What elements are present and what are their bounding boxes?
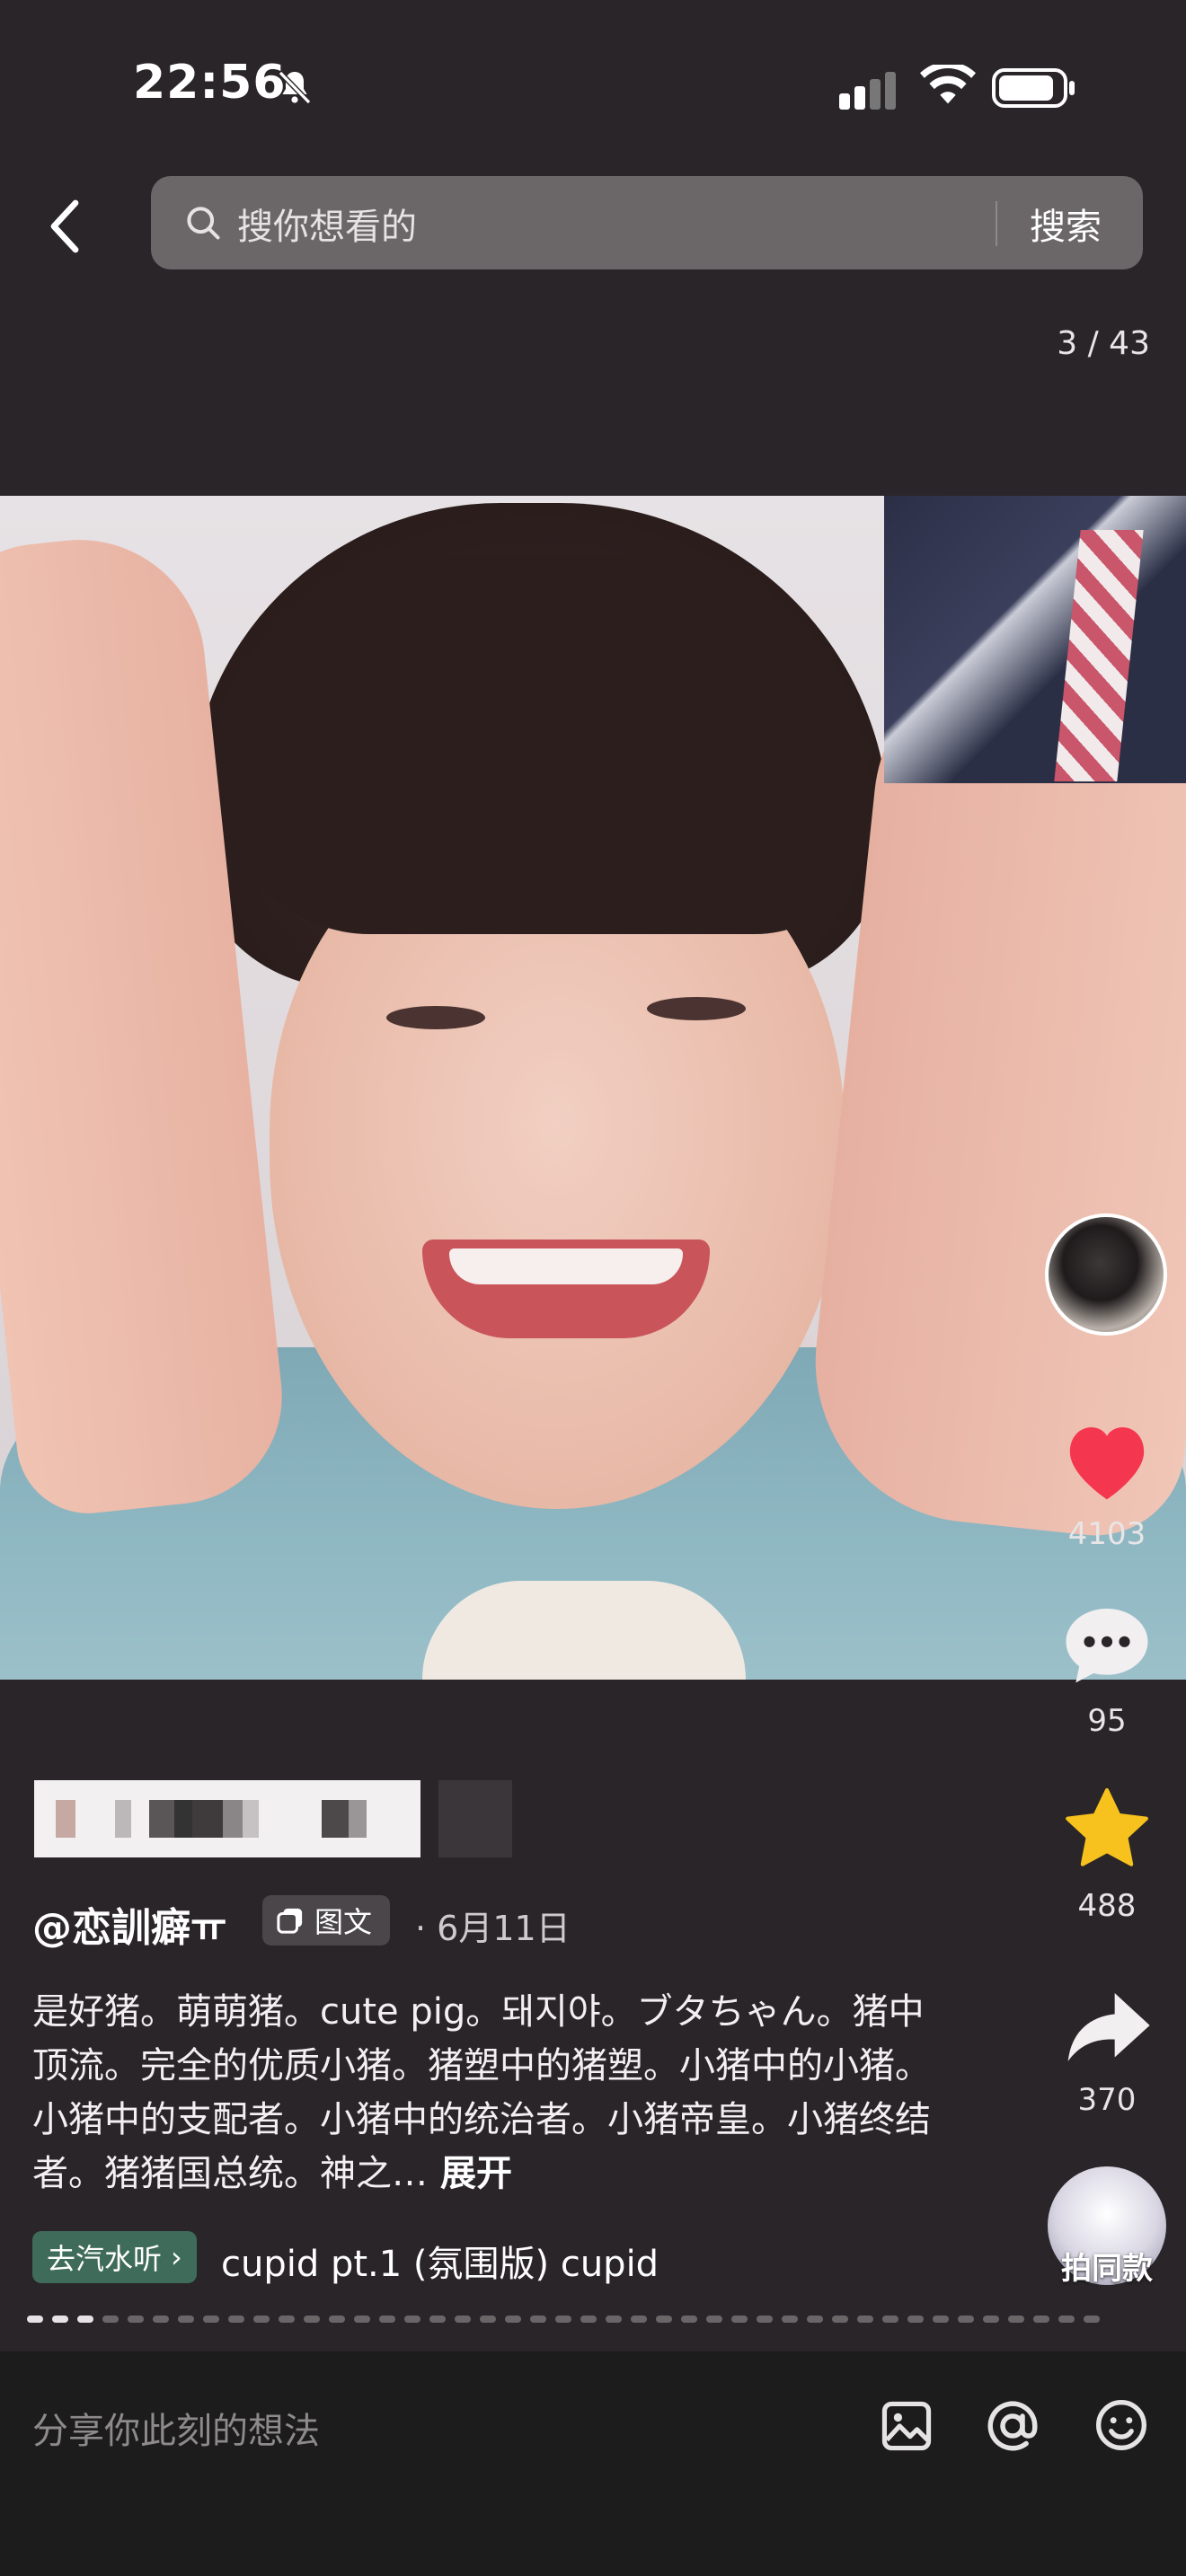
photo-eye	[647, 997, 746, 1020]
carousel-dot	[530, 2316, 546, 2323]
carousel-dot	[429, 2316, 446, 2323]
carousel-dot	[77, 2316, 93, 2323]
carousel-dot	[983, 2316, 999, 2323]
post-caption[interactable]: 是好猪。萌萌猪。cute pig。돼지야。ブタちゃん。猪中顶流。完全的优质小猪。…	[32, 1985, 940, 2201]
comment-input[interactable]: 分享你此刻的想法	[32, 2402, 320, 2454]
search-bar[interactable]: 搜你想看的 搜索	[151, 176, 1143, 269]
author-name[interactable]: @恋訓癖ㅠ	[32, 1895, 226, 1953]
carousel-dot	[1008, 2316, 1024, 2323]
search-input[interactable]: 搜你想看的	[237, 198, 417, 250]
carousel-dot	[128, 2316, 144, 2323]
carousel-dot	[882, 2316, 898, 2323]
carousel-dot	[404, 2316, 420, 2323]
photo-neck	[422, 1581, 746, 1680]
carousel-indicator	[27, 2316, 1159, 2325]
same-style-label: 拍同款	[1061, 2251, 1153, 2287]
censored-title-fragment	[438, 1780, 512, 1857]
page-counter: 3 / 43	[1057, 325, 1150, 362]
favorite-count: 488	[1077, 1888, 1137, 1924]
at-icon[interactable]	[983, 2396, 1042, 2456]
carousel-dot	[580, 2316, 597, 2323]
carousel-dot	[832, 2316, 848, 2323]
comment-bar	[0, 2351, 1186, 2576]
carousel-dot	[480, 2316, 496, 2323]
image-icon[interactable]	[879, 2398, 934, 2454]
carousel-dot	[933, 2316, 949, 2323]
post-date: · 6月11日	[415, 1909, 571, 1948]
search-button[interactable]: 搜索	[1030, 198, 1102, 250]
carousel-dot	[1033, 2316, 1049, 2323]
carousel-dot	[354, 2316, 370, 2323]
photo-bangs	[225, 557, 872, 934]
carousel-dot	[606, 2316, 622, 2323]
post-type-badge: 图文	[262, 1895, 391, 1945]
carousel-dot	[203, 2316, 219, 2323]
carousel-dot	[1084, 2316, 1100, 2323]
battery-icon	[992, 68, 1075, 108]
carousel-dot	[907, 2316, 924, 2323]
carousel-dot	[178, 2316, 194, 2323]
carousel-dot	[102, 2316, 119, 2323]
carousel-dot	[253, 2316, 270, 2323]
image-post-icon	[277, 1908, 303, 1934]
carousel-dot	[279, 2316, 295, 2323]
carousel-dot	[958, 2316, 974, 2323]
share-icon[interactable]	[1060, 1985, 1154, 2071]
carousel-dot	[455, 2316, 471, 2323]
heart-icon[interactable]	[1060, 1417, 1154, 1504]
search-icon	[187, 207, 220, 240]
carousel-dot	[304, 2316, 320, 2323]
signal-icon	[839, 72, 896, 110]
censored-title	[34, 1780, 420, 1857]
comment-count: 95	[1087, 1703, 1127, 1739]
carousel-dot	[1058, 2316, 1075, 2323]
chevron-right-icon: ›	[171, 2240, 182, 2274]
photo-teeth	[449, 1248, 683, 1284]
bell-muted-icon	[278, 70, 312, 105]
carousel-dot	[228, 2316, 244, 2323]
like-count: 4103	[1067, 1516, 1146, 1552]
carousel-dot	[656, 2316, 672, 2323]
music-badge-label: 去汽水听	[47, 2242, 163, 2276]
carousel-dot	[782, 2316, 798, 2323]
post-type-label: 图文	[314, 1905, 373, 1939]
carousel-dot	[505, 2316, 521, 2323]
share-count: 370	[1077, 2082, 1137, 2118]
carousel-dot	[857, 2316, 873, 2323]
expand-button[interactable]: 展开	[440, 2153, 512, 2194]
emoji-icon[interactable]	[1093, 2396, 1150, 2454]
wifi-icon	[920, 65, 976, 104]
back-icon	[50, 199, 79, 253]
carousel-dot	[555, 2316, 571, 2323]
carousel-dot	[807, 2316, 823, 2323]
carousel-dot	[731, 2316, 748, 2323]
carousel-dot	[153, 2316, 169, 2323]
photo-eye	[386, 1006, 485, 1029]
music-title[interactable]: cupid pt.1 (氛围版) cupid	[221, 2235, 688, 2287]
carousel-dot	[27, 2316, 43, 2323]
carousel-dot	[329, 2316, 345, 2323]
music-badge[interactable]: 去汽水听 ›	[32, 2231, 197, 2283]
star-icon[interactable]	[1060, 1786, 1154, 1872]
comment-icon[interactable]	[1060, 1601, 1154, 1687]
status-time: 22:56	[133, 56, 287, 110]
search-divider	[996, 201, 997, 246]
carousel-dot	[52, 2316, 68, 2323]
author-avatar[interactable]	[1045, 1213, 1167, 1336]
carousel-dot	[757, 2316, 773, 2323]
carousel-dot	[379, 2316, 395, 2323]
carousel-dot	[706, 2316, 722, 2323]
carousel-dot	[631, 2316, 647, 2323]
back-button[interactable]	[36, 189, 93, 264]
carousel-dot	[681, 2316, 697, 2323]
